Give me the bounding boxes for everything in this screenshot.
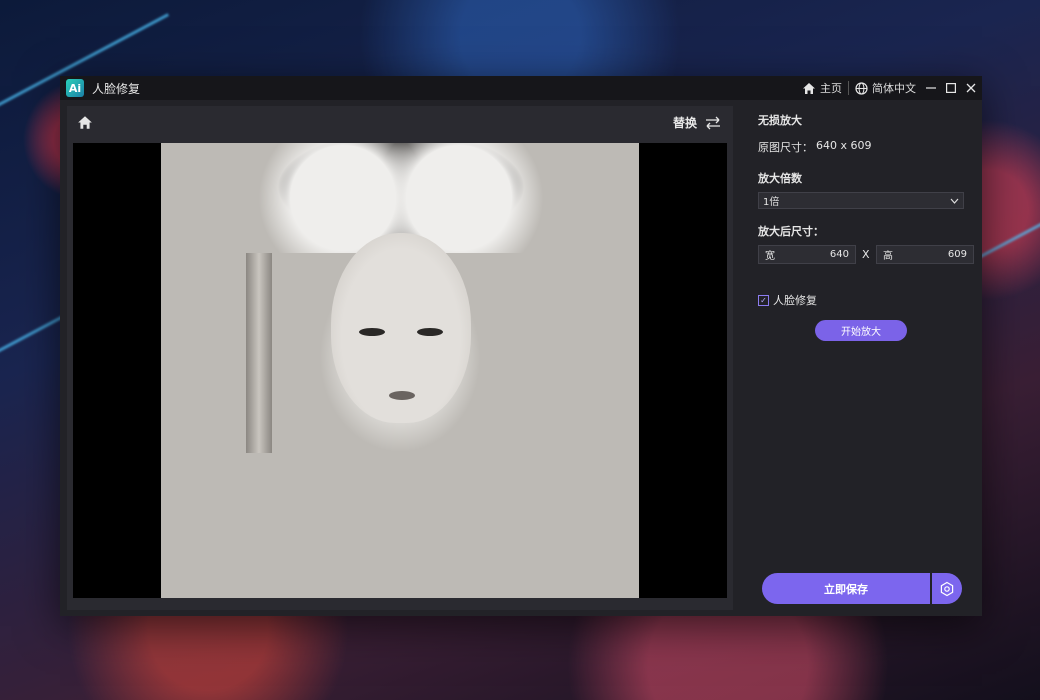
checkbox-check-icon: ✓ [758,294,769,306]
home-icon [803,82,815,94]
globe-icon [855,81,868,95]
settings-panel: 无损放大 原图尺寸： 640 x 609 放大倍数 1倍 放大后尺寸： 宽 64… [742,106,982,616]
save-button[interactable]: 立即保存 [762,573,930,604]
original-size-label: 原图尺寸： [758,141,813,154]
swap-icon [706,116,720,129]
start-upscale-button[interactable]: 开始放大 [815,320,907,341]
maximize-button[interactable] [942,79,960,97]
app-window: Ai 人脸修复 主页 简体中文 替换 无损放大 原图尺寸： 640 x 609 … [60,76,982,616]
width-label: 宽 [765,251,775,262]
home-label: 主页 [820,82,842,95]
scale-label: 放大倍数 [758,172,802,185]
height-field[interactable]: 高 609 [876,245,974,264]
close-button[interactable] [962,79,980,97]
face-repair-label: 人脸修复 [773,294,817,307]
scale-value: 1倍 [763,197,780,208]
face-repair-checkbox[interactable]: ✓ 人脸修复 [758,292,817,308]
times-label: X [862,248,870,261]
section-heading: 无损放大 [758,114,802,127]
original-size-value: 640 x 609 [816,139,872,152]
replace-label: 替换 [672,116,697,130]
image-canvas [73,143,727,598]
scale-select[interactable]: 1倍 [758,192,964,209]
replace-button[interactable]: 替换 [673,114,721,131]
width-field[interactable]: 宽 640 [758,245,856,264]
titlebar: Ai 人脸修复 主页 简体中文 [60,76,982,100]
height-label: 高 [883,251,893,262]
output-size-label: 放大后尺寸： [758,225,824,238]
preview-panel: 替换 [67,106,733,610]
save-settings-button[interactable] [932,573,962,604]
width-value: 640 [829,249,849,260]
chevron-down-icon [950,198,959,204]
gear-icon [940,581,954,596]
home-link[interactable]: 主页 [796,80,848,96]
portrait-image [161,143,639,598]
maximize-icon [946,83,956,93]
home-icon [78,116,92,129]
minimize-button[interactable] [922,79,940,97]
app-logo: Ai [66,79,84,97]
language-selector[interactable]: 简体中文 [849,80,922,96]
height-value: 609 [947,249,967,260]
app-title: 人脸修复 [92,81,141,96]
home-button[interactable] [77,115,95,133]
language-label: 简体中文 [872,82,916,95]
minimize-icon [926,87,936,89]
close-icon [966,83,976,93]
